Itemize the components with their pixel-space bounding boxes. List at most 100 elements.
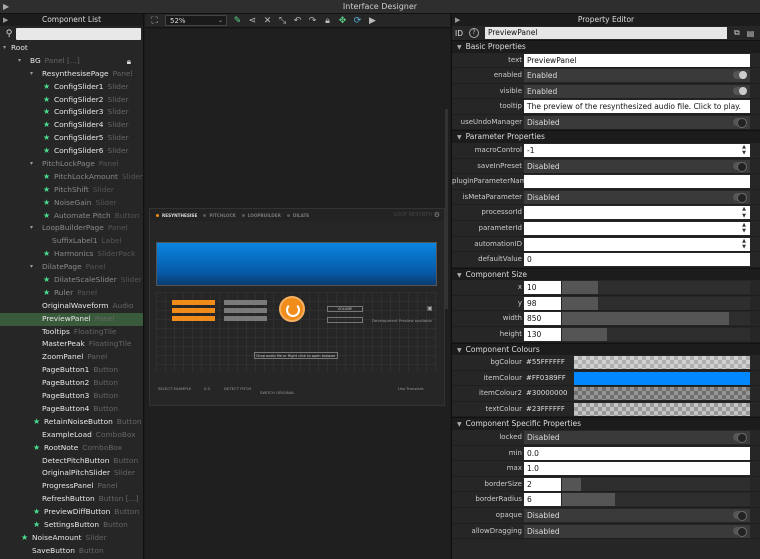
tree-item[interactable]: ★ ConfigSlider1 Slider	[0, 81, 143, 94]
tree-item[interactable]: ★ PitchShift Slider	[0, 184, 143, 197]
property-text-input[interactable]: 0.0	[524, 446, 750, 460]
tree-item[interactable]: OriginalWaveform Audio	[0, 300, 143, 313]
property-text-input[interactable]: The preview of the resynthesized audio f…	[524, 100, 750, 114]
property-colour[interactable]: #55FFFFFF	[524, 356, 750, 370]
help-icon[interactable]: ?	[469, 28, 479, 38]
property-number-slider[interactable]: 2	[524, 477, 750, 491]
preview-tab-1[interactable]: RESYNTHESISE	[156, 213, 197, 218]
refresh-knob[interactable]	[279, 296, 305, 322]
value-slider-track[interactable]	[562, 328, 750, 341]
design-canvas[interactable]: RESYNTHESISE PITCHLOCK LOOPBUILDER DILAT…	[145, 29, 450, 559]
config-slider-5[interactable]	[224, 308, 267, 313]
preview-diff-button[interactable]	[327, 317, 363, 323]
use-transient-label[interactable]: Use Transient	[398, 386, 424, 391]
property-toggle[interactable]: Disabled	[524, 508, 750, 522]
share-icon[interactable]: ⋖	[245, 14, 260, 28]
lock-icon[interactable]: 🔒︎	[320, 14, 335, 28]
plugin-preview[interactable]: RESYNTHESISE PITCHLOCK LOOPBUILDER DILAT…	[149, 208, 445, 406]
tree-item[interactable]: ▾ Root	[0, 42, 143, 55]
canvas-scrollbar[interactable]	[445, 109, 448, 309]
property-value[interactable]: 850	[524, 312, 561, 326]
tree-item[interactable]: ★ ConfigSlider2 Slider	[0, 94, 143, 107]
toggle-switch-icon[interactable]	[733, 510, 747, 521]
colour-swatch[interactable]	[574, 356, 750, 370]
tree-item[interactable]: ★ Ruler Panel	[0, 287, 143, 300]
preview-tab-2[interactable]: PITCHLOCK	[203, 213, 236, 218]
drop-zone[interactable]: Drop audio file or Right click to open b…	[254, 352, 338, 359]
preview-tab-3[interactable]: LOOPBUILDER	[241, 213, 281, 218]
tree-item[interactable]: ★ PitchLockAmount Slider	[0, 171, 143, 184]
tree-item[interactable]: PageButton3 Button	[0, 390, 143, 403]
tree-item[interactable]: ★ DilateScaleSlider Slider	[0, 274, 143, 287]
zoom-fit-icon[interactable]: ⛶	[147, 14, 162, 28]
tree-item[interactable]: PageButton2 Button	[0, 377, 143, 390]
property-combobox[interactable]: ▲ ▼	[524, 206, 750, 220]
tree-item[interactable]: ★ ConfigSlider4 Slider	[0, 119, 143, 132]
zoom-select[interactable]: 52% ⌄	[165, 15, 227, 26]
tree-item[interactable]: PreviewPanel Panel	[0, 312, 143, 326]
value-slider-track[interactable]	[562, 296, 750, 310]
select-example-label[interactable]: SELECT EXAMPLE	[158, 386, 191, 391]
tree-item[interactable]: ZoomPanel Panel	[0, 351, 143, 364]
tree-item[interactable]: ★ ConfigSlider5 Slider	[0, 132, 143, 145]
example-value[interactable]: 0.0	[204, 386, 210, 391]
property-combobox[interactable]: ▲ ▼	[524, 237, 750, 251]
tree-item[interactable]: PageButton4 Button	[0, 403, 143, 416]
section-parameter[interactable]: ▼ Parameter Properties	[452, 130, 760, 143]
property-value[interactable]: 6	[524, 493, 561, 507]
tree-item[interactable]: ▾ PitchLockPage Panel	[0, 158, 143, 171]
copy-icon[interactable]: ⧉	[734, 28, 740, 38]
toggle-switch-icon[interactable]	[733, 71, 747, 80]
expand-toggle-icon[interactable]: ▾	[30, 222, 33, 235]
collapse-arrow-icon[interactable]: ▶	[3, 0, 9, 14]
tree-item[interactable]: SuffixLabel1 Label	[0, 235, 143, 248]
value-slider-track[interactable]	[562, 493, 750, 507]
property-colour[interactable]: #FF0389FF	[524, 371, 750, 385]
tree-item[interactable]: ★ Automate Pitch Button	[0, 210, 143, 223]
property-value[interactable]: 2	[524, 477, 561, 491]
property-number-slider[interactable]: 6	[524, 493, 750, 507]
value-slider-track[interactable]	[562, 312, 750, 326]
property-number-slider[interactable]: 10	[524, 281, 750, 295]
property-text-input[interactable]	[524, 175, 750, 189]
value-slider-track[interactable]	[562, 281, 750, 295]
expand-toggle-icon[interactable]: ▾	[30, 261, 33, 274]
tree-item[interactable]: ★ PreviewDiffButton Button	[0, 506, 143, 519]
id-input[interactable]: PreviewPanel	[485, 27, 727, 39]
expand-toggle-icon[interactable]: ▾	[18, 55, 21, 68]
property-text-input[interactable]: PreviewPanel	[524, 53, 750, 67]
tree-item[interactable]: RefreshButton Button [...]	[0, 493, 143, 506]
property-toggle[interactable]: Disabled	[524, 115, 750, 129]
property-text-input[interactable]: 0	[524, 253, 750, 267]
expand-toggle-icon[interactable]: ▾	[3, 42, 6, 55]
toggle-switch-icon[interactable]	[733, 432, 747, 443]
property-number-slider[interactable]: 98	[524, 296, 750, 310]
toggle-switch-icon[interactable]	[733, 161, 747, 172]
tree-item[interactable]: ★ RetainNoiseButton Button	[0, 416, 143, 429]
collapse-arrow-icon[interactable]: ▼	[457, 44, 462, 51]
config-slider-3[interactable]	[172, 316, 215, 321]
property-text-input[interactable]: 1.0	[524, 462, 750, 476]
tree-item[interactable]: ▾ BG Panel [...] 🔒︎	[0, 55, 143, 68]
colour-swatch[interactable]	[574, 402, 750, 416]
collapse-arrow-icon[interactable]: ▶	[455, 14, 460, 26]
property-toggle[interactable]: Disabled	[524, 159, 750, 173]
toggle-switch-icon[interactable]	[733, 526, 747, 537]
toggle-switch-icon[interactable]	[733, 192, 747, 203]
paste-icon[interactable]: ▤	[747, 29, 755, 38]
tree-item[interactable]: ★ NoiseGain Slider	[0, 197, 143, 210]
property-toggle[interactable]: Disabled	[524, 190, 750, 204]
switch-original-label[interactable]: SWITCH ORIGINAL	[260, 390, 294, 395]
expand-toggle-icon[interactable]: ▾	[30, 68, 33, 81]
config-slider-1[interactable]	[172, 300, 215, 305]
colour-swatch[interactable]	[574, 387, 750, 401]
section-colours[interactable]: ▼ Component Colours	[452, 342, 760, 356]
property-value[interactable]: 98	[524, 296, 561, 310]
toggle-switch-icon[interactable]	[733, 117, 747, 128]
tree-item[interactable]: ▾ DilatePage Panel	[0, 261, 143, 274]
property-combobox[interactable]: ▲ ▼	[524, 221, 750, 235]
expand-toggle-icon[interactable]: ▾	[30, 158, 33, 171]
collapse-arrow-icon[interactable]: ▼	[457, 134, 462, 141]
property-value[interactable]: 130	[524, 328, 561, 341]
tree-item[interactable]: ★ SettingsButton Button	[0, 519, 143, 532]
